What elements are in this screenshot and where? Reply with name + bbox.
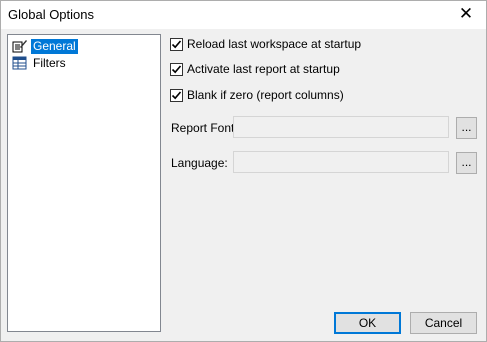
tree-item-label: Filters bbox=[33, 55, 66, 70]
language-field bbox=[233, 151, 449, 173]
activate-report-checkbox[interactable] bbox=[170, 62, 183, 76]
activate-report-label: Activate last report at startup bbox=[187, 62, 340, 76]
tree-item-label: General bbox=[31, 38, 78, 54]
reload-workspace-label: Reload last workspace at startup bbox=[187, 37, 362, 51]
language-browse-button[interactable]: ... bbox=[456, 152, 477, 174]
title-bar: Global Options ✕ bbox=[1, 1, 486, 29]
activate-report-option[interactable]: Activate last report at startup bbox=[170, 61, 340, 77]
dialog-title: Global Options bbox=[8, 7, 94, 22]
tree-item-filters[interactable]: Filters bbox=[12, 55, 68, 71]
report-font-field bbox=[233, 116, 449, 138]
general-options-icon bbox=[12, 39, 28, 53]
cancel-button[interactable]: Cancel bbox=[410, 312, 477, 334]
global-options-dialog: Global Options ✕ General Filters Reload … bbox=[0, 0, 487, 342]
language-label: Language: bbox=[171, 156, 228, 170]
blank-if-zero-checkbox[interactable] bbox=[170, 88, 183, 102]
reload-workspace-option[interactable]: Reload last workspace at startup bbox=[170, 36, 361, 52]
filter-table-icon bbox=[12, 56, 28, 70]
tree-item-general[interactable]: General bbox=[12, 38, 78, 54]
blank-if-zero-option[interactable]: Blank if zero (report columns) bbox=[170, 87, 344, 103]
reload-workspace-checkbox[interactable] bbox=[170, 37, 183, 51]
options-category-tree[interactable]: General Filters bbox=[7, 34, 161, 332]
report-font-label: Report Font: bbox=[171, 121, 238, 135]
ok-button[interactable]: OK bbox=[334, 312, 401, 334]
blank-if-zero-label: Blank if zero (report columns) bbox=[187, 88, 344, 102]
report-font-browse-button[interactable]: ... bbox=[456, 117, 477, 139]
close-icon[interactable]: ✕ bbox=[456, 4, 476, 24]
